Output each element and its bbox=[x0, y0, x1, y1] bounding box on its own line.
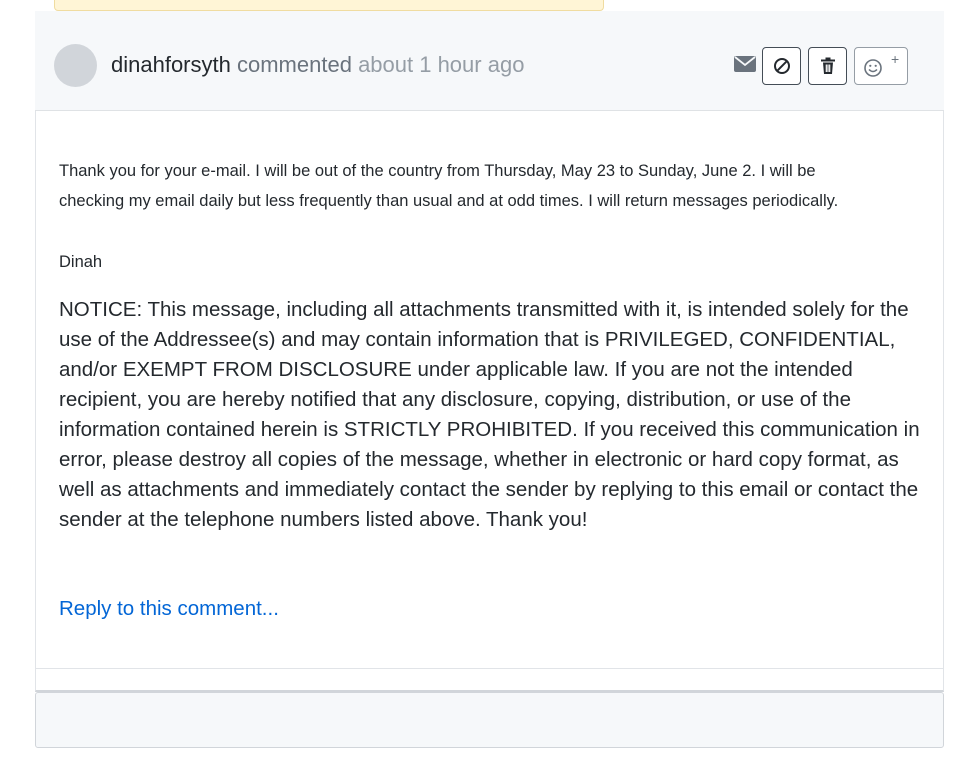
reaction-plus-label: + bbox=[891, 53, 899, 67]
avatar[interactable] bbox=[54, 44, 97, 87]
comment-container: dinahforsyth commented about 1 hour ago bbox=[35, 0, 944, 692]
comment-body: Thank you for your e-mail. I will be out… bbox=[35, 111, 944, 669]
delete-comment-button[interactable] bbox=[808, 47, 847, 85]
legal-notice: NOTICE: This message, including all atta… bbox=[59, 298, 920, 531]
body-paragraph-line: checking my email daily but less frequen… bbox=[59, 192, 839, 210]
new-comment-box[interactable] bbox=[35, 692, 944, 748]
author-name[interactable]: dinahforsyth bbox=[111, 52, 231, 77]
action-text: commented bbox=[236, 52, 352, 77]
block-user-button[interactable] bbox=[762, 47, 801, 85]
trash-icon bbox=[820, 57, 835, 74]
add-reaction-button[interactable]: + bbox=[854, 47, 908, 85]
reply-to-comment-link[interactable]: Reply to this comment... bbox=[59, 595, 279, 623]
signature: Dinah bbox=[59, 253, 103, 271]
body-paragraph: Thank you for your e-mail. I will be out… bbox=[59, 156, 838, 216]
smiley-icon: + bbox=[864, 53, 899, 77]
block-icon bbox=[773, 58, 790, 74]
page: dinahforsyth commented about 1 hour ago bbox=[0, 0, 980, 770]
comment-header: dinahforsyth commented about 1 hour ago bbox=[35, 11, 944, 111]
comment-meta: dinahforsyth commented about 1 hour ago bbox=[111, 51, 524, 79]
timestamp[interactable]: about 1 hour ago bbox=[358, 52, 524, 77]
envelope-icon bbox=[734, 56, 756, 72]
comment-footer bbox=[35, 669, 944, 692]
body-paragraph-line: Thank you for your e-mail. I will be out… bbox=[59, 162, 816, 180]
previous-banner bbox=[54, 0, 604, 11]
